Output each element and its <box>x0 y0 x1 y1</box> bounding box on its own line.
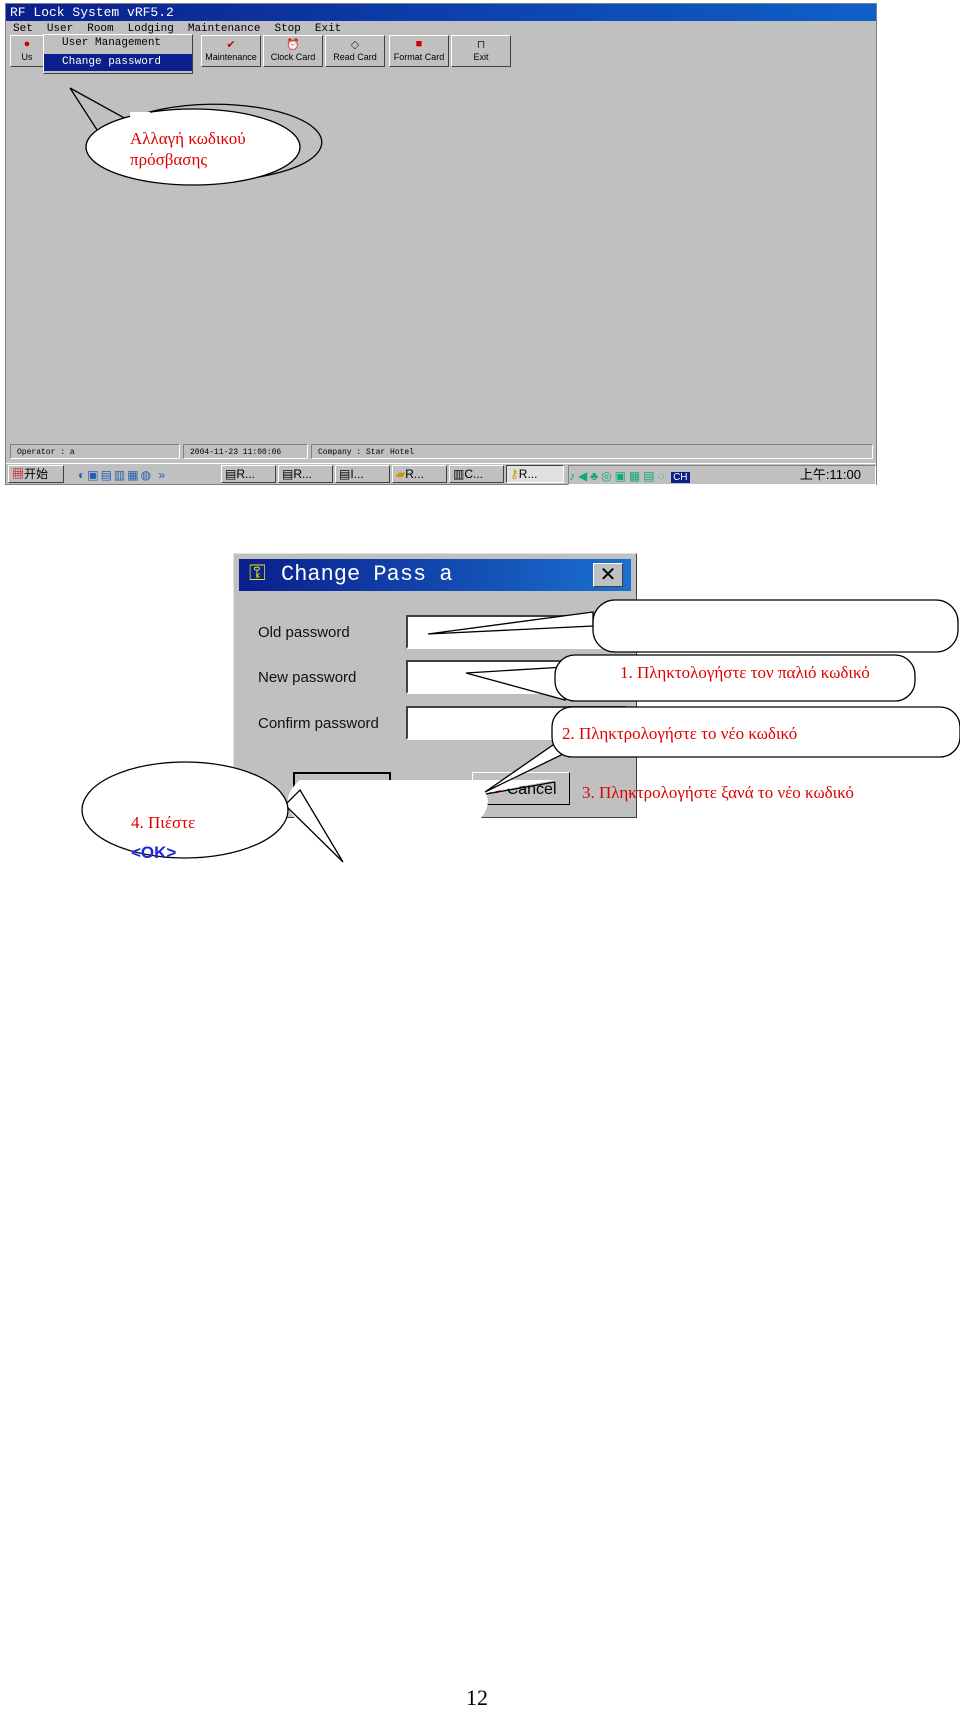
callout-1-bubble <box>592 599 959 653</box>
callout-3-text: 3. Πληκτρολογήστε ξανά το νέο κωδικό <box>582 783 854 802</box>
callout-4-bubble <box>81 761 289 859</box>
dialog-callouts <box>81 599 960 863</box>
callout-1-text: 1. Πληκτολογήστε τον παλιό κωδικό <box>620 663 870 682</box>
callout-4-text: 4. Πιέστε <box>131 813 196 832</box>
page-number: 12 <box>466 1685 488 1710</box>
callout-2-text: 2. Πληκτρολογήστε το νέο κωδικό <box>562 724 798 743</box>
callout-4-ok-text: <OK> <box>131 843 177 862</box>
